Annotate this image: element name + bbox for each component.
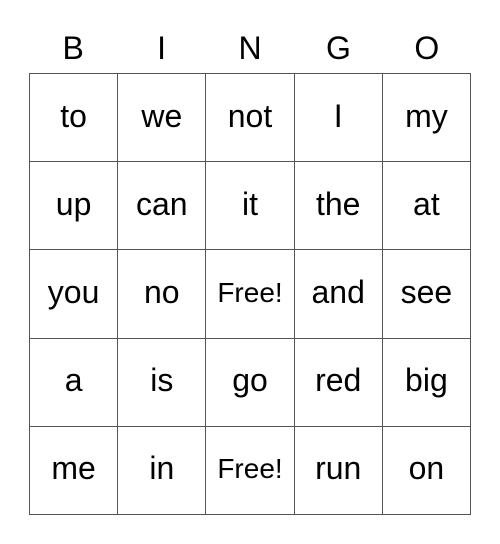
- bingo-cell[interactable]: not: [206, 74, 295, 163]
- bingo-cell[interactable]: and: [294, 250, 383, 339]
- bingo-cell[interactable]: to: [30, 74, 119, 163]
- bingo-cell[interactable]: go: [206, 338, 295, 427]
- free-space-cell[interactable]: Free!: [206, 426, 295, 515]
- bingo-cell[interactable]: see: [382, 250, 471, 339]
- header-letter-n: N: [238, 30, 262, 66]
- bingo-board: to we not I my up can it the at you no F…: [29, 73, 471, 515]
- bingo-cell[interactable]: we: [118, 74, 207, 163]
- bingo-cell[interactable]: up: [30, 162, 119, 251]
- bingo-cell[interactable]: no: [118, 250, 207, 339]
- bingo-cell[interactable]: the: [294, 162, 383, 251]
- header-letter-o: O: [414, 30, 440, 66]
- bingo-cell[interactable]: I: [294, 74, 383, 163]
- bingo-cell[interactable]: at: [382, 162, 471, 251]
- header-letter-b: B: [62, 30, 84, 66]
- bingo-cell[interactable]: red: [294, 338, 383, 427]
- free-space-cell[interactable]: Free!: [206, 250, 295, 339]
- bingo-cell[interactable]: in: [118, 426, 207, 515]
- bingo-cell[interactable]: on: [382, 426, 471, 515]
- bingo-header: B I N G O: [29, 26, 471, 70]
- bingo-cell[interactable]: you: [30, 250, 119, 339]
- bingo-cell[interactable]: big: [382, 338, 471, 427]
- bingo-cell[interactable]: is: [118, 338, 207, 427]
- bingo-cell[interactable]: me: [30, 426, 119, 515]
- bingo-cell[interactable]: run: [294, 426, 383, 515]
- header-letter-i: I: [157, 30, 167, 66]
- header-letter-g: G: [325, 30, 351, 66]
- bingo-cell[interactable]: can: [118, 162, 207, 251]
- bingo-cell[interactable]: a: [30, 338, 119, 427]
- bingo-cell[interactable]: my: [382, 74, 471, 163]
- bingo-cell[interactable]: it: [206, 162, 295, 251]
